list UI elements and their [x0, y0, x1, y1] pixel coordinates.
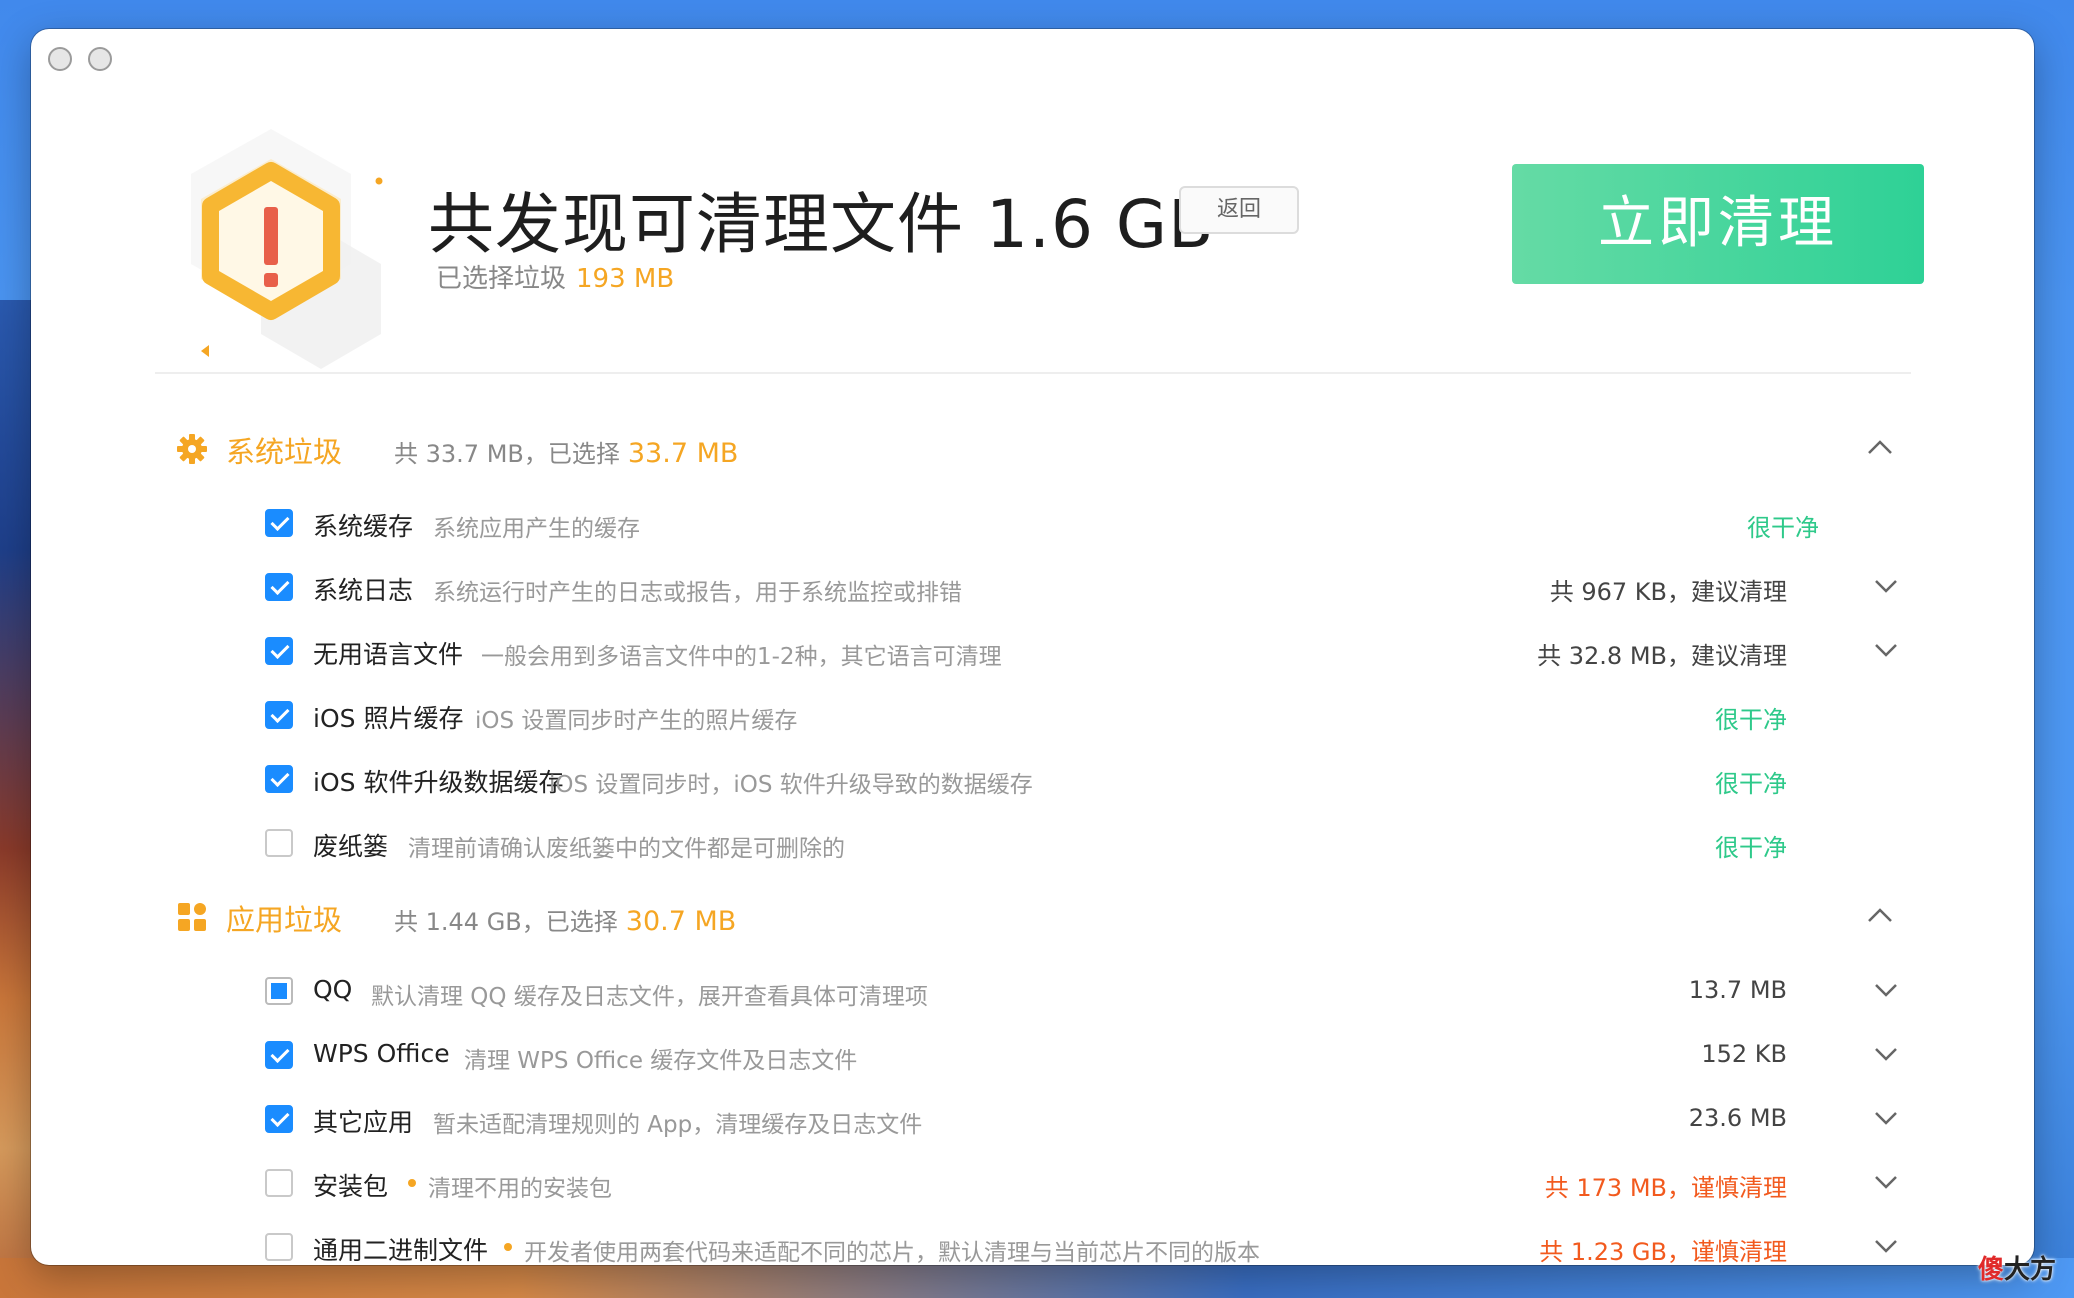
chevron-down-icon[interactable] — [1873, 1045, 1899, 1063]
list-item: 系统日志 系统运行时产生的日志或报告，用于系统监控或排错 共 967 KB，建议… — [262, 565, 1922, 609]
warning-dot-icon — [504, 1243, 512, 1251]
watermark-part1: 傻 — [1977, 1255, 2004, 1285]
item-description: 开发者使用两套代码来适配不同的芯片，默认清理与当前芯片不同的版本 — [524, 1240, 1260, 1265]
section-system-junk[interactable]: 系统垃圾 共 33.7 MB，已选择 33.7 MB — [176, 427, 1916, 471]
watermark-part2: 大方 — [2003, 1255, 2056, 1285]
header-divider — [155, 372, 1911, 374]
chevron-down-icon[interactable] — [1873, 577, 1899, 595]
item-status: 很干净 — [1747, 514, 1819, 542]
checkbox[interactable] — [265, 1233, 293, 1261]
chevron-down-icon[interactable] — [1873, 641, 1899, 659]
checkbox[interactable] — [265, 1041, 293, 1069]
chevron-down-icon[interactable] — [1873, 1237, 1899, 1255]
checkbox[interactable] — [265, 509, 293, 537]
item-status: 很干净 — [1715, 770, 1787, 798]
item-status: 13.7 MB — [1688, 976, 1787, 1004]
chevron-down-icon[interactable] — [1873, 1109, 1899, 1127]
item-description: 清理 WPS Office 缓存文件及日志文件 — [464, 1048, 858, 1074]
checkbox[interactable] — [265, 701, 293, 729]
item-description: iOS 设置同步时产生的照片缓存 — [475, 708, 798, 734]
item-description: 清理前请确认废纸篓中的文件都是可删除的 — [408, 836, 845, 862]
section-summary: 共 1.44 GB，已选择 30.7 MB — [394, 902, 736, 937]
list-item: 安装包 清理不用的安装包 共 173 MB，谨慎清理 — [262, 1161, 1922, 1205]
checkbox[interactable] — [265, 573, 293, 601]
checkbox[interactable] — [265, 829, 293, 857]
checkbox[interactable] — [265, 1169, 293, 1197]
item-description: 系统应用产生的缓存 — [433, 516, 640, 542]
section-summary-text: 共 33.7 MB，已选择 — [394, 440, 620, 468]
item-description: 一般会用到多语言文件中的1-2种，其它语言可清理 — [481, 644, 1002, 670]
item-name: 其它应用 — [313, 1108, 414, 1137]
gear-icon — [177, 434, 207, 464]
chevron-up-icon[interactable] — [1866, 437, 1894, 457]
list-item: 通用二进制文件 开发者使用两套代码来适配不同的芯片，默认清理与当前芯片不同的版本… — [262, 1225, 1922, 1265]
section-title: 应用垃圾 — [226, 903, 343, 937]
list-item: iOS 软件升级数据缓存 iOS 设置同步时，iOS 软件升级导致的数据缓存 很… — [262, 757, 1922, 801]
item-description: iOS 设置同步时，iOS 软件升级导致的数据缓存 — [549, 772, 1033, 798]
selected-amount: 193 MB — [576, 264, 675, 294]
chevron-down-icon[interactable] — [1873, 981, 1899, 999]
list-item: 系统缓存 系统应用产生的缓存 很干净 — [262, 501, 1922, 545]
item-name: WPS Office — [313, 1039, 450, 1068]
section-app-junk[interactable]: 应用垃圾 共 1.44 GB，已选择 30.7 MB — [176, 895, 1916, 939]
window-minimize-button[interactable] — [88, 47, 112, 71]
item-name: 安装包 — [313, 1172, 389, 1201]
item-name: 废纸篓 — [313, 832, 389, 861]
section-title: 系统垃圾 — [226, 435, 343, 469]
page-title: 共发现可清理文件 1.6 GB — [428, 186, 1215, 263]
item-status: 23.6 MB — [1688, 1104, 1787, 1132]
list-item: iOS 照片缓存 iOS 设置同步时产生的照片缓存 很干净 — [262, 693, 1922, 737]
checkbox[interactable] — [265, 765, 293, 793]
item-description: 清理不用的安装包 — [428, 1176, 612, 1202]
item-description: 系统运行时产生的日志或报告，用于系统监控或排错 — [433, 580, 962, 606]
item-name: 系统日志 — [313, 576, 414, 605]
apps-grid-icon — [178, 903, 206, 931]
cleaner-window: 共发现可清理文件 1.6 GB 返回 已选择垃圾 193 MB 立即清理 系统垃圾… — [31, 29, 2034, 1265]
list-item: 无用语言文件 一般会用到多语言文件中的1-2种，其它语言可清理 共 32.8 M… — [262, 629, 1922, 673]
checkbox[interactable] — [265, 977, 293, 1005]
chevron-up-icon[interactable] — [1866, 905, 1894, 925]
section-selected-amount: 30.7 MB — [625, 906, 737, 937]
item-name: 无用语言文件 — [313, 640, 464, 669]
item-status: 很干净 — [1715, 834, 1787, 862]
list-item: WPS Office 清理 WPS Office 缓存文件及日志文件 152 K… — [262, 1033, 1922, 1077]
warning-dot-icon — [408, 1179, 416, 1187]
chevron-down-icon[interactable] — [1873, 1173, 1899, 1191]
item-name: iOS 照片缓存 — [313, 704, 464, 733]
item-status: 共 173 MB，谨慎清理 — [1544, 1174, 1787, 1202]
watermark: 傻大方 — [1978, 1249, 2056, 1286]
item-status: 共 1.23 GB，谨慎清理 — [1539, 1238, 1787, 1265]
section-selected-amount: 33.7 MB — [627, 438, 739, 469]
list-item: QQ 默认清理 QQ 缓存及日志文件，展开查看具体可清理项 13.7 MB — [262, 969, 1922, 1013]
checkbox[interactable] — [265, 1105, 293, 1133]
back-button[interactable]: 返回 — [1179, 186, 1299, 234]
item-description: 暂未适配清理规则的 App，清理缓存及日志文件 — [433, 1112, 923, 1138]
item-name: QQ — [313, 975, 353, 1004]
item-status: 共 32.8 MB，建议清理 — [1537, 642, 1787, 670]
item-name: 系统缓存 — [313, 512, 414, 541]
item-status: 152 KB — [1701, 1040, 1787, 1068]
item-description: 默认清理 QQ 缓存及日志文件，展开查看具体可清理项 — [371, 984, 928, 1010]
checkbox[interactable] — [265, 637, 293, 665]
item-name: iOS 软件升级数据缓存 — [313, 768, 564, 797]
item-status: 很干净 — [1715, 706, 1787, 734]
warning-hexagon-icon — [191, 129, 383, 369]
item-status: 共 967 KB，建议清理 — [1549, 578, 1787, 606]
section-summary-text: 共 1.44 GB，已选择 — [394, 908, 618, 936]
selected-summary: 已选择垃圾 193 MB — [436, 258, 674, 295]
item-name: 通用二进制文件 — [313, 1236, 489, 1265]
clean-now-button[interactable]: 立即清理 — [1512, 164, 1924, 284]
selected-label: 已选择垃圾 — [436, 264, 567, 294]
window-close-button[interactable] — [48, 47, 72, 71]
list-item: 其它应用 暂未适配清理规则的 App，清理缓存及日志文件 23.6 MB — [262, 1097, 1922, 1141]
section-summary: 共 33.7 MB，已选择 33.7 MB — [394, 434, 738, 469]
list-item: 废纸篓 清理前请确认废纸篓中的文件都是可删除的 很干净 — [262, 821, 1922, 865]
